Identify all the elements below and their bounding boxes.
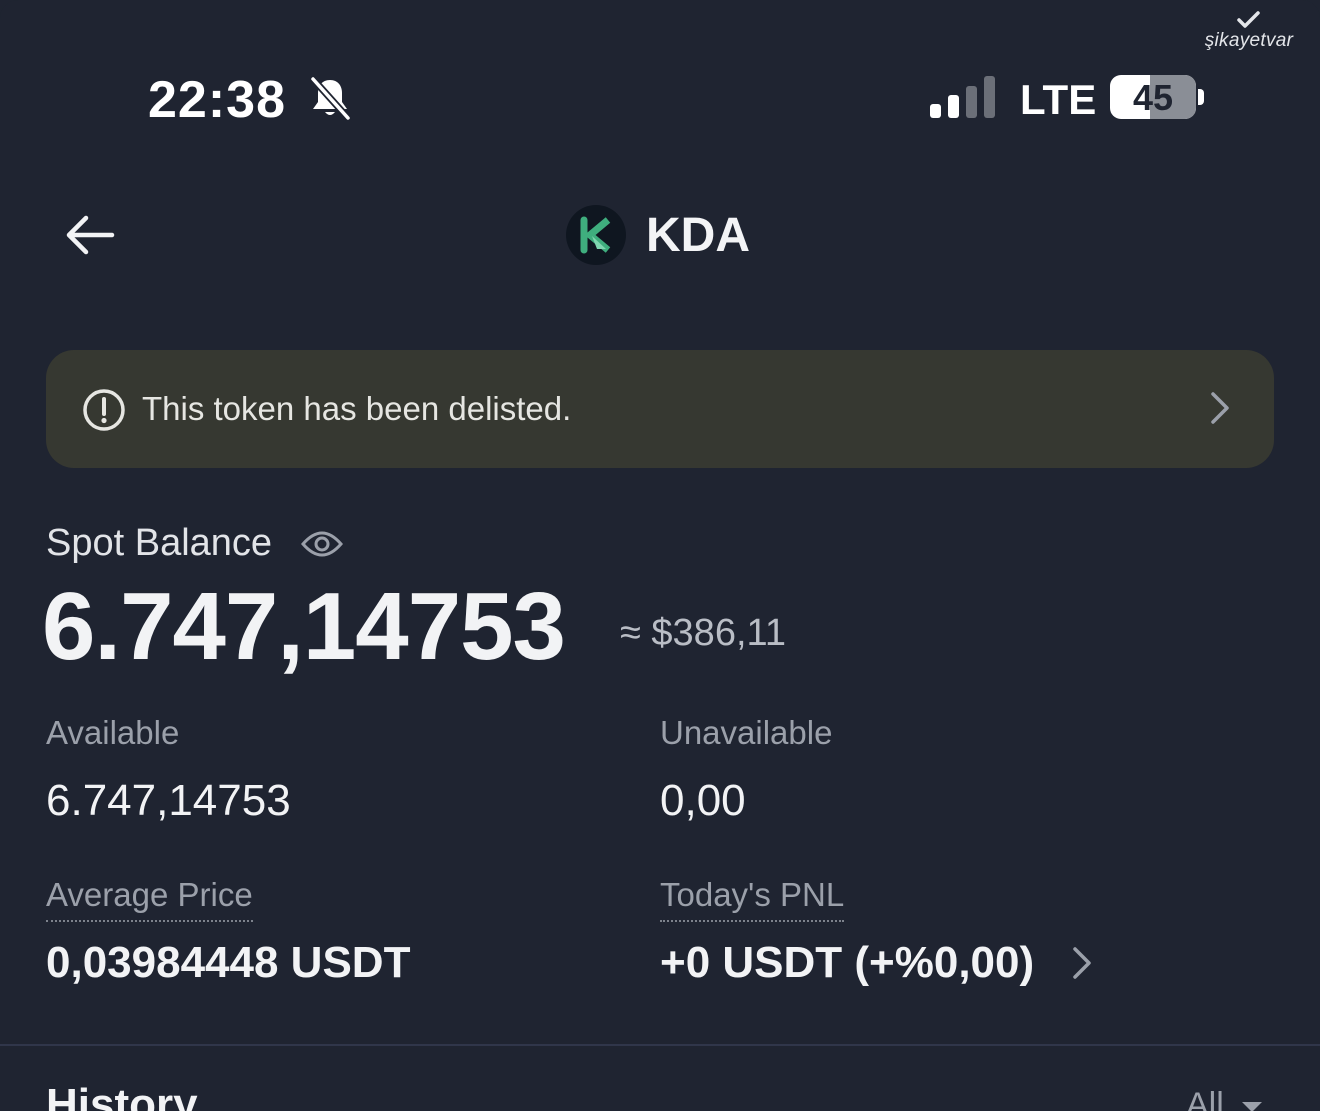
section-divider — [0, 1044, 1320, 1046]
pnl-chevron-right-icon[interactable] — [1070, 944, 1094, 982]
checkmark-logo-icon — [1237, 11, 1260, 28]
todays-pnl-value[interactable]: +0 USDT (+%0,00) — [660, 938, 1034, 988]
balance-fiat-value: ≈ $386,11 — [620, 612, 786, 654]
delisted-banner[interactable]: This token has been delisted. — [46, 350, 1274, 468]
history-title: History — [46, 1080, 198, 1111]
history-filter-select[interactable]: All — [1186, 1086, 1224, 1111]
status-time: 22:38 — [148, 71, 286, 129]
balance-amount: 6.747,14753 — [42, 573, 566, 680]
unavailable-value: 0,00 — [660, 776, 746, 825]
back-arrow-icon[interactable] — [60, 208, 120, 262]
unavailable-label: Unavailable — [660, 714, 833, 751]
bell-slash-icon — [310, 76, 351, 121]
average-price-label[interactable]: Average Price — [46, 876, 253, 922]
battery-level: 45 — [1132, 77, 1174, 118]
battery-tip — [1198, 89, 1204, 105]
chevron-right-icon — [1211, 392, 1229, 424]
watermark-text: şikayetvar — [1204, 30, 1294, 51]
cellular-signal-icon — [930, 76, 995, 118]
average-price-value: 0,03984448 USDT — [46, 938, 411, 987]
page-title: KDA — [646, 209, 750, 262]
caret-down-icon[interactable] — [1240, 1100, 1264, 1111]
battery-indicator: 45 — [1110, 75, 1196, 119]
alert-circle-icon — [83, 389, 125, 431]
available-value: 6.747,14753 — [46, 776, 291, 825]
kda-logo-icon — [566, 205, 626, 265]
spot-balance-label: Spot Balance — [46, 522, 273, 564]
todays-pnl-label[interactable]: Today's PNL — [660, 876, 845, 922]
banner-text: This token has been delisted. — [142, 390, 572, 427]
network-type: LTE — [1020, 76, 1097, 123]
available-label: Available — [46, 714, 180, 751]
asset-detail-screen: şikayetvar 22:38 LTE 45 KDA This token h… — [0, 0, 1320, 1111]
watermark: şikayetvar — [1194, 10, 1304, 52]
eye-icon[interactable] — [300, 526, 344, 562]
